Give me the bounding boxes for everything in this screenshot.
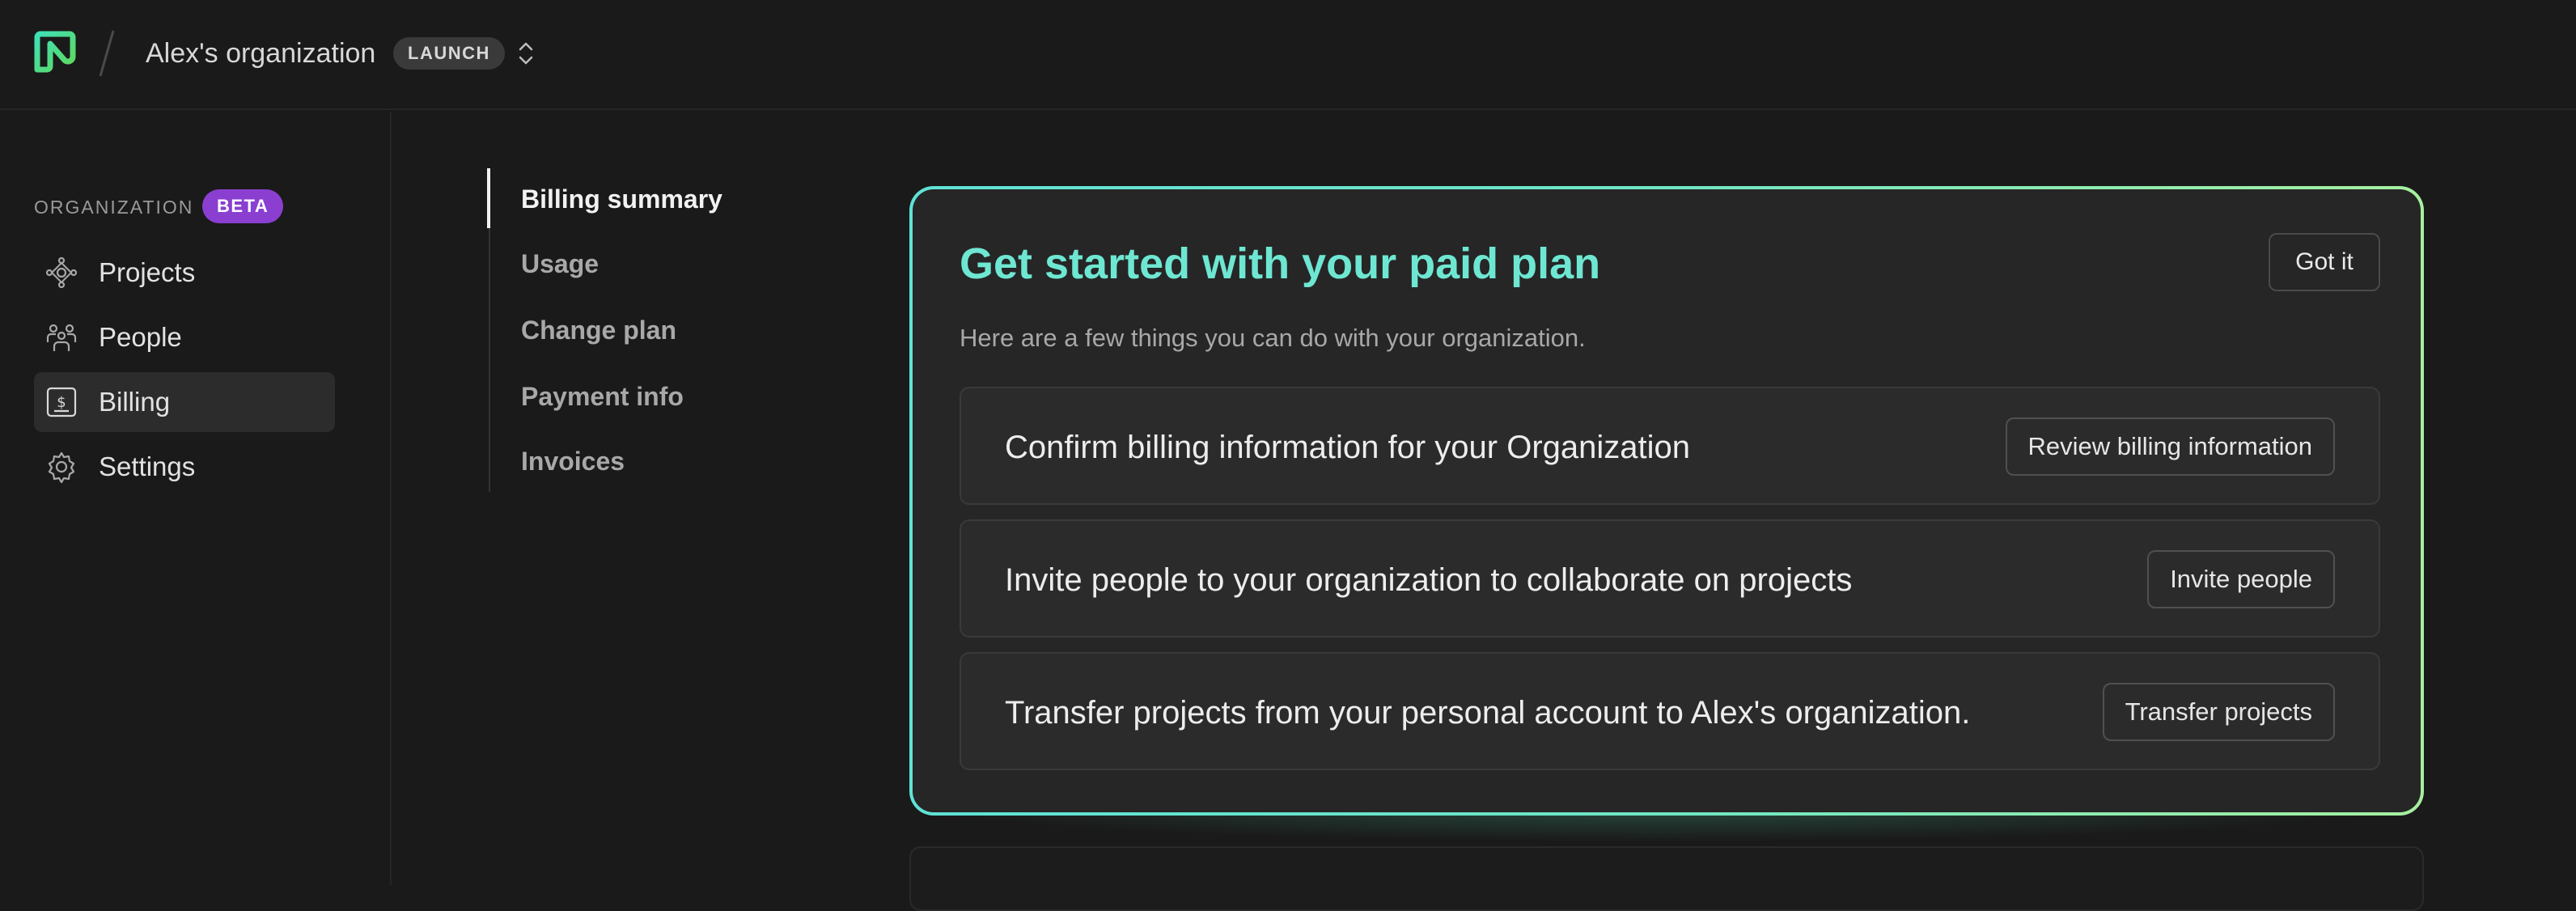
onboarding-card: Get started with your paid plan Got it H… [909, 186, 2424, 816]
got-it-button[interactable]: Got it [2269, 233, 2380, 291]
gear-icon [45, 451, 78, 483]
sidebar-item-people[interactable]: People [34, 307, 335, 367]
billing-subnav: Billing summary Usage Change plan Paymen… [487, 168, 780, 492]
invite-people-button[interactable]: Invite people [2147, 550, 2335, 608]
review-billing-button[interactable]: Review billing information [2005, 417, 2335, 476]
task-text: Transfer projects from your personal acc… [1005, 695, 1971, 731]
chevrons-up-down-icon[interactable] [515, 37, 537, 70]
beta-badge: BETA [202, 189, 284, 223]
task-row-invite: Invite people to your organization to co… [960, 519, 2380, 638]
sidebar-item-settings[interactable]: Settings [34, 437, 335, 497]
sidebar-item-projects[interactable]: Projects [34, 243, 335, 303]
subnav-active-indicator [487, 168, 490, 228]
subnav-billing-summary[interactable]: Billing summary [521, 183, 722, 215]
transfer-projects-button[interactable]: Transfer projects [2102, 683, 2335, 741]
top-bar: Alex's organization LAUNCH [0, 0, 2576, 110]
projects-icon [45, 256, 78, 289]
sidebar-section-label: ORGANIZATION [34, 197, 194, 218]
neon-logo[interactable] [32, 29, 78, 74]
sidebar-item-label: Billing [99, 387, 171, 417]
card-title: Get started with your paid plan [960, 239, 1601, 288]
sidebar-item-label: Projects [99, 257, 196, 287]
next-card-edge [909, 846, 2424, 911]
card-subtitle: Here are a few things you can do with yo… [960, 324, 1586, 352]
people-icon [45, 321, 78, 354]
task-row-transfer: Transfer projects from your personal acc… [960, 652, 2380, 770]
svg-text:$: $ [57, 394, 66, 411]
organization-name[interactable]: Alex's organization [146, 36, 375, 71]
task-row-billing: Confirm billing information for your Org… [960, 387, 2380, 505]
sidebar-item-label: People [99, 322, 182, 352]
subnav-invoices[interactable]: Invoices [521, 445, 625, 477]
plan-badge: LAUNCH [393, 37, 505, 70]
breadcrumb-separator [99, 30, 115, 77]
sidebar-item-billing[interactable]: $ Billing [34, 372, 335, 432]
task-text: Invite people to your organization to co… [1005, 562, 1853, 598]
sidebar-item-label: Settings [99, 451, 196, 481]
subnav-usage[interactable]: Usage [521, 248, 599, 280]
sidebar: ORGANIZATION BETA Projects People $ Bill… [0, 112, 392, 885]
subnav-payment-info[interactable]: Payment info [521, 380, 684, 413]
task-text: Confirm billing information for your Org… [1005, 430, 1691, 465]
billing-icon: $ [45, 386, 78, 418]
subnav-change-plan[interactable]: Change plan [521, 314, 676, 346]
